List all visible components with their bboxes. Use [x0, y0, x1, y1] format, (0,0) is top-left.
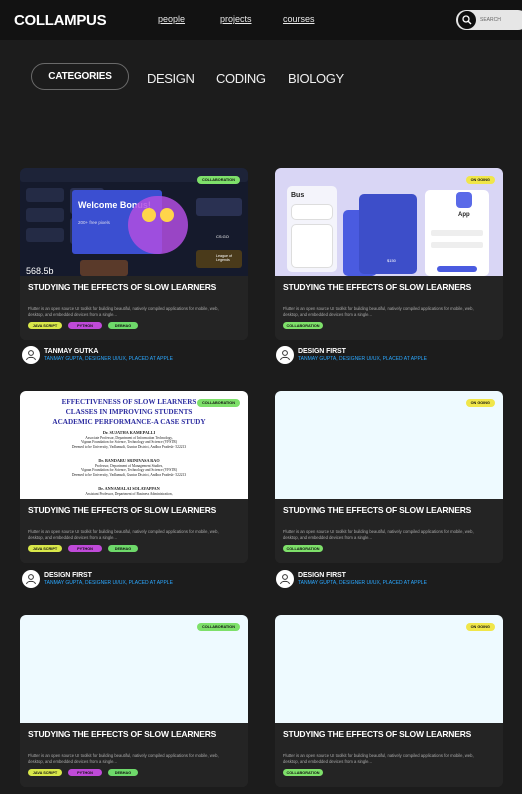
- card-body: STUDYING THE EFFECTS OF SLOW LEARNERS Fl…: [20, 499, 248, 563]
- card-thumbnail-image: Welcome Bonus! 200+ free pixels CS:GO Le…: [20, 168, 248, 276]
- stat-value: 568.5b: [26, 266, 54, 276]
- top-navigation-bar: COLLAMPUS people projects courses: [0, 0, 522, 40]
- tag-chip[interactable]: COLLABORATION: [283, 322, 323, 329]
- nav-link-projects[interactable]: projects: [220, 14, 252, 24]
- category-tab-design[interactable]: DESIGN: [147, 71, 195, 86]
- tag-chip[interactable]: JAVA SCRIPT: [28, 322, 62, 329]
- card-description: Flutter is an open source UI toolkit for…: [28, 753, 219, 764]
- paper-author-block: Dr. ANNAMALAI SOLAYAPPAN Assistant Profe…: [85, 486, 173, 496]
- project-card[interactable]: Bus $150 App ON GOING STUDYING THE EFFEC…: [275, 168, 503, 340]
- tag-chip[interactable]: DEBHAG: [108, 545, 138, 552]
- project-card[interactable]: ON GOING STUDYING THE EFFECTS OF SLOW LE…: [275, 615, 503, 787]
- card-thumbnail-image: [275, 391, 503, 499]
- author-role: TANMAY GUPTA, DESIGNER UI/UX, PLACED AT …: [298, 580, 427, 586]
- search-icon[interactable]: [458, 11, 476, 29]
- project-card[interactable]: COLLABORATION STUDYING THE EFFECTS OF SL…: [20, 615, 248, 787]
- author-name: TANMAY GUTKA: [44, 348, 99, 355]
- tag-chip[interactable]: COLLABORATION: [283, 545, 323, 552]
- status-badge: ON GOING: [465, 623, 495, 631]
- user-icon: [26, 574, 36, 585]
- tag-list: JAVA SCRIPT PYTHON DEBHAG: [28, 322, 138, 329]
- author-role: TANMAY GUPTA, DESIGNER UI/UX, PLACED AT …: [44, 580, 173, 586]
- tag-chip[interactable]: JAVA SCRIPT: [28, 545, 62, 552]
- status-badge: COLLABORATION: [196, 399, 240, 407]
- tag-chip[interactable]: JAVA SCRIPT: [28, 769, 62, 776]
- avatar: [276, 346, 294, 364]
- status-badge: COLLABORATION: [196, 176, 240, 184]
- card-description: Flutter is an open source UI toolkit for…: [28, 306, 219, 317]
- avatar: [22, 346, 40, 364]
- tag-chip[interactable]: PYTHON: [68, 545, 102, 552]
- side-label: League of Legends: [216, 254, 232, 263]
- search-bar[interactable]: [456, 10, 522, 30]
- project-card[interactable]: Welcome Bonus! 200+ free pixels CS:GO Le…: [20, 168, 248, 340]
- author-name: DESIGN FIRST: [298, 348, 346, 355]
- tag-list: COLLABORATION: [283, 545, 323, 552]
- card-description: Flutter is an open source UI toolkit for…: [283, 306, 474, 317]
- tag-chip[interactable]: PYTHON: [68, 769, 102, 776]
- tag-chip[interactable]: DEBHAG: [108, 769, 138, 776]
- author-role: TANMAY GUPTA, DESIGNER UI/UX, PLACED AT …: [298, 356, 427, 362]
- card-author[interactable]: DESIGN FIRST TANMAY GUPTA, DESIGNER UI/U…: [276, 570, 427, 588]
- user-icon: [280, 350, 290, 361]
- card-thumbnail-image: [20, 615, 248, 723]
- nav-link-people[interactable]: people: [158, 14, 185, 24]
- categories-pill-button[interactable]: CATEGORIES: [31, 63, 129, 90]
- card-author[interactable]: DESIGN FIRST TANMAY GUPTA, DESIGNER UI/U…: [22, 570, 173, 588]
- card-description: Flutter is an open source UI toolkit for…: [28, 529, 219, 540]
- card-title[interactable]: STUDYING THE EFFECTS OF SLOW LEARNERS: [28, 505, 228, 515]
- price-label: $150: [387, 258, 396, 263]
- search-input[interactable]: [480, 13, 522, 27]
- card-body: STUDYING THE EFFECTS OF SLOW LEARNERS Fl…: [20, 723, 248, 787]
- tag-list: JAVA SCRIPT PYTHON DEBHAG: [28, 769, 138, 776]
- nav-link-courses[interactable]: courses: [283, 14, 315, 24]
- tag-list: COLLABORATION: [283, 769, 323, 776]
- tag-chip[interactable]: PYTHON: [68, 322, 102, 329]
- paper-author-block: Dr. SUJATHA KAMEPALLI Associate Professo…: [71, 430, 187, 449]
- card-title[interactable]: STUDYING THE EFFECTS OF SLOW LEARNERS: [28, 729, 228, 739]
- status-badge: ON GOING: [465, 399, 495, 407]
- status-badge: ON GOING: [465, 176, 495, 184]
- card-author[interactable]: DESIGN FIRST TANMAY GUPTA, DESIGNER UI/U…: [276, 346, 427, 364]
- paper-author-block: Dr. BANDARU SRINIVASA RAO Professor, Dep…: [71, 458, 187, 477]
- project-card[interactable]: EFFECTIVENESS OF SLOW LEARNERS CLASSES I…: [20, 391, 248, 563]
- card-author[interactable]: TANMAY GUTKA TANMAY GUPTA, DESIGNER UI/U…: [22, 346, 173, 364]
- tag-chip[interactable]: COLLABORATION: [283, 769, 323, 776]
- author-role: TANMAY GUPTA, DESIGNER UI/UX, PLACED AT …: [44, 356, 173, 362]
- author-name: DESIGN FIRST: [298, 572, 346, 579]
- category-tab-biology[interactable]: BIOLOGY: [288, 71, 344, 86]
- author-name: DESIGN FIRST: [44, 572, 92, 579]
- card-body: STUDYING THE EFFECTS OF SLOW LEARNERS Fl…: [275, 723, 503, 787]
- user-icon: [26, 350, 36, 361]
- card-thumbnail-image: [275, 615, 503, 723]
- tag-list: COLLABORATION: [283, 322, 323, 329]
- screen-title: Bus: [291, 192, 305, 199]
- card-body: STUDYING THE EFFECTS OF SLOW LEARNERS Fl…: [275, 276, 503, 340]
- card-description: Flutter is an open source UI toolkit for…: [283, 529, 474, 540]
- side-value: CS:GO: [216, 234, 229, 239]
- card-description: Flutter is an open source UI toolkit for…: [283, 753, 474, 764]
- project-card[interactable]: ON GOING STUDYING THE EFFECTS OF SLOW LE…: [275, 391, 503, 563]
- site-logo[interactable]: COLLAMPUS: [14, 12, 107, 29]
- card-body: STUDYING THE EFFECTS OF SLOW LEARNERS Fl…: [20, 276, 248, 340]
- tag-list: JAVA SCRIPT PYTHON DEBHAG: [28, 545, 138, 552]
- tag-chip[interactable]: DEBHAG: [108, 322, 138, 329]
- avatar: [22, 570, 40, 588]
- card-body: STUDYING THE EFFECTS OF SLOW LEARNERS Fl…: [275, 499, 503, 563]
- card-thumbnail-image: EFFECTIVENESS OF SLOW LEARNERS CLASSES I…: [20, 391, 248, 499]
- status-badge: COLLABORATION: [196, 623, 240, 631]
- card-thumbnail-image: Bus $150 App: [275, 168, 503, 276]
- user-icon: [280, 574, 290, 585]
- card-title[interactable]: STUDYING THE EFFECTS OF SLOW LEARNERS: [283, 505, 483, 515]
- banner-subtitle: 200+ free pixels: [78, 220, 110, 225]
- card-title[interactable]: STUDYING THE EFFECTS OF SLOW LEARNERS: [283, 282, 483, 292]
- category-tab-coding[interactable]: CODING: [216, 71, 266, 86]
- card-title[interactable]: STUDYING THE EFFECTS OF SLOW LEARNERS: [28, 282, 228, 292]
- screen-title: App: [458, 212, 470, 218]
- avatar: [276, 570, 294, 588]
- card-title[interactable]: STUDYING THE EFFECTS OF SLOW LEARNERS: [283, 729, 483, 739]
